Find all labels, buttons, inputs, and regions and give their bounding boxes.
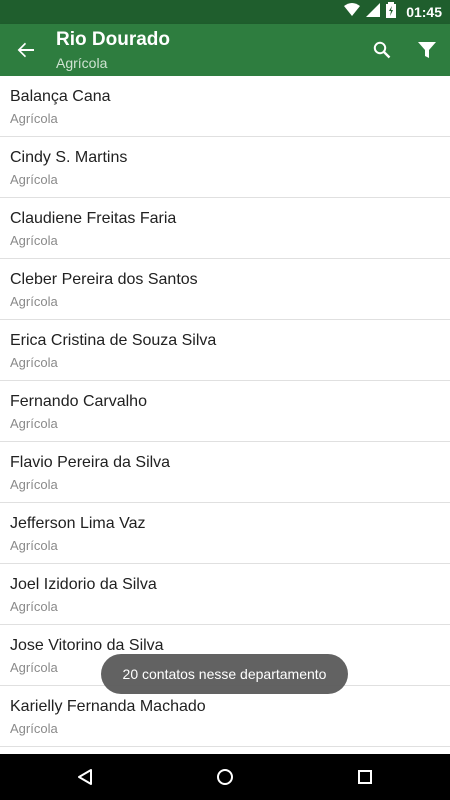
- status-bar: 01:45: [0, 0, 450, 24]
- contact-department: Agrícola: [10, 233, 58, 248]
- list-item[interactable]: Joel Izidorio da Silva Agrícola: [0, 564, 450, 625]
- contact-name: Flavio Pereira da Silva: [10, 454, 171, 471]
- battery-charging-icon: [386, 1, 397, 23]
- contact-department: Agrícola: [10, 355, 58, 370]
- contact-department: Agrícola: [10, 721, 58, 736]
- contact-name: Karielly Fernanda Machado: [10, 698, 206, 715]
- status-icons: 01:45: [344, 0, 442, 24]
- contact-name: Cleber Pereira dos Santos: [10, 271, 198, 288]
- list-item[interactable]: Fernando Carvalho Agrícola: [0, 381, 450, 442]
- list-item[interactable]: Cleber Pereira dos Santos Agrícola: [0, 259, 450, 320]
- contact-department: Agrícola: [10, 294, 58, 309]
- search-icon[interactable]: [370, 38, 394, 62]
- contact-name: Cindy S. Martins: [10, 149, 128, 166]
- contact-list[interactable]: Balança Cana Agrícola Cindy S. Martins A…: [0, 76, 450, 754]
- app-bar: Rio Dourado Agrícola: [0, 24, 450, 76]
- contact-department: Agrícola: [10, 416, 58, 431]
- contact-name: Fernando Carvalho: [10, 393, 147, 410]
- nav-recents-icon[interactable]: [335, 754, 395, 800]
- wifi-icon: [344, 2, 361, 22]
- signal-icon: [366, 2, 381, 22]
- list-item[interactable]: Karielly Fernanda Machado Agrícola: [0, 686, 450, 747]
- contact-name: Jose Vitorino da Silva: [10, 637, 164, 654]
- contact-name: Balança Cana: [10, 88, 111, 105]
- nav-home-icon[interactable]: [195, 754, 255, 800]
- list-item[interactable]: Cindy S. Martins Agrícola: [0, 137, 450, 198]
- list-item[interactable]: Jefferson Lima Vaz Agrícola: [0, 503, 450, 564]
- contact-department: Agrícola: [10, 477, 58, 492]
- nav-back-icon[interactable]: [55, 754, 115, 800]
- page-title: Rio Dourado: [56, 29, 170, 50]
- contact-name: Erica Cristina de Souza Silva: [10, 332, 217, 349]
- contact-name: Jefferson Lima Vaz: [10, 515, 146, 532]
- contact-department: Agrícola: [10, 660, 58, 675]
- navigation-bar: [0, 754, 450, 800]
- list-item[interactable]: Balança Cana Agrícola: [0, 76, 450, 137]
- contact-department: Agrícola: [10, 599, 58, 614]
- contact-department: Agrícola: [10, 172, 58, 187]
- contact-department: Agrícola: [10, 111, 58, 126]
- list-item[interactable]: Flavio Pereira da Silva Agrícola: [0, 442, 450, 503]
- contact-department: Agrícola: [10, 538, 58, 553]
- contact-name: Joel Izidorio da Silva: [10, 576, 157, 593]
- status-time: 01:45: [406, 4, 442, 20]
- page-subtitle: Agrícola: [56, 55, 108, 71]
- list-item[interactable]: Claudiene Freitas Faria Agrícola: [0, 198, 450, 259]
- filter-icon[interactable]: [414, 37, 440, 63]
- toast-message: 20 contatos nesse departamento: [101, 654, 348, 694]
- list-item[interactable]: Erica Cristina de Souza Silva Agrícola: [0, 320, 450, 381]
- contact-name: Claudiene Freitas Faria: [10, 210, 177, 227]
- back-arrow-icon[interactable]: [14, 38, 38, 62]
